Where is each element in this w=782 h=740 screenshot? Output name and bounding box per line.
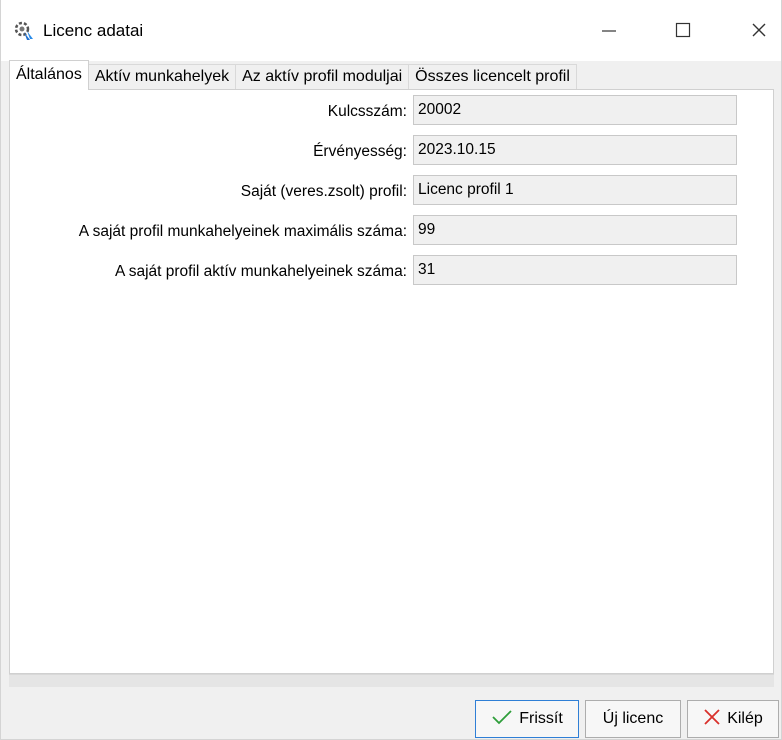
minimize-icon: [601, 22, 617, 43]
refresh-button[interactable]: Frissít: [475, 700, 579, 738]
active-workstations-label: A saját profil aktív munkahelyeinek szám…: [114, 263, 407, 280]
key-number-field[interactable]: 20002: [413, 95, 737, 125]
general-tab-panel: Kulcsszám: 20002 Érvényesség: 2023.10.15…: [9, 89, 774, 674]
tab-strip: Általános Aktív munkahelyek Az aktív pro…: [9, 60, 774, 90]
validity-label: Érvényesség:: [313, 143, 407, 160]
own-profile-label: Saját (veres.zsolt) profil:: [240, 183, 407, 200]
new-license-button[interactable]: Új licenc: [585, 700, 681, 738]
active-workstations-field[interactable]: 31: [413, 255, 737, 285]
key-number-label: Kulcsszám:: [327, 103, 407, 120]
close-button[interactable]: [739, 16, 779, 48]
exit-button[interactable]: Kilép: [687, 700, 779, 738]
close-icon: [751, 22, 767, 43]
license-gear-icon: [13, 20, 35, 42]
maximize-button[interactable]: [663, 16, 703, 48]
window-title: Licenc adatai: [43, 21, 144, 40]
minimize-button[interactable]: [589, 16, 629, 48]
license-window: Licenc adatai Általános Aktív munkahelye…: [0, 0, 782, 740]
own-profile-field[interactable]: Licenc profil 1: [413, 175, 737, 205]
maximize-icon: [675, 22, 691, 43]
max-workstations-label: A saját profil munkahelyeinek maximális …: [78, 223, 407, 240]
tab-altalanos[interactable]: Általános: [9, 60, 89, 90]
tab-osszes-licencelt-profil[interactable]: Összes licencelt profil: [408, 64, 577, 90]
exit-button-label: Kilép: [727, 710, 763, 727]
tab-aktiv-profil-moduljai[interactable]: Az aktív profil moduljai: [235, 64, 410, 90]
max-workstations-field[interactable]: 99: [413, 215, 737, 245]
x-icon: [703, 708, 721, 731]
checkmark-icon: [491, 709, 513, 730]
status-bar: [9, 674, 774, 687]
validity-field[interactable]: 2023.10.15: [413, 135, 737, 165]
title-bar[interactable]: Licenc adatai: [1, 0, 781, 61]
tab-aktiv-munkahelyek[interactable]: Aktív munkahelyek: [87, 64, 237, 90]
refresh-button-label: Frissít: [519, 710, 563, 727]
new-license-button-label: Új licenc: [602, 710, 664, 727]
